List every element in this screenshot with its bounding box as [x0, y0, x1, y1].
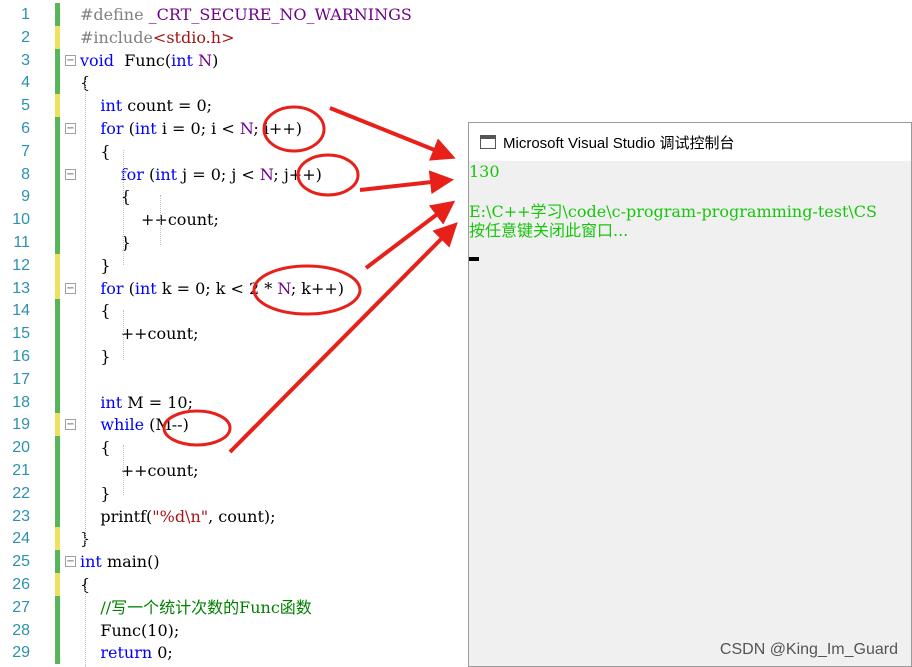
highlight-circle-j	[296, 153, 360, 197]
highlight-circle-i	[262, 105, 326, 153]
arrow-k	[364, 200, 456, 270]
highlight-circle-m	[162, 409, 232, 447]
highlight-circle-k	[252, 264, 362, 316]
arrow-m	[228, 222, 458, 454]
arrow-i	[329, 106, 456, 161]
arrow-j	[359, 170, 454, 195]
annotation-overlay	[162, 105, 458, 454]
